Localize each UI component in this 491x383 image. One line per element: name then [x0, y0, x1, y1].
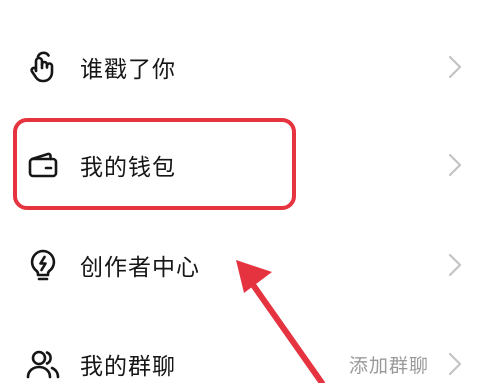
menu-item-my-wallet[interactable]: 我的钱包	[0, 135, 491, 195]
menu-item-my-group-chats[interactable]: 我的群聊 添加群聊	[0, 334, 491, 383]
menu-item-who-poked-you[interactable]: 谁戳了你	[0, 37, 491, 97]
chevron-right-icon	[448, 253, 462, 277]
chevron-right-icon	[448, 55, 462, 79]
group-users-icon	[26, 347, 60, 381]
menu-item-label: 谁戳了你	[80, 57, 176, 83]
chevron-right-icon	[448, 352, 462, 376]
menu-item-label: 创作者中心	[80, 255, 200, 281]
add-group-chat-hint: 添加群聊	[348, 354, 429, 377]
menu-item-label: 我的群聊	[80, 354, 176, 380]
chevron-right-icon	[448, 153, 462, 177]
menu-item-label: 我的钱包	[80, 155, 176, 181]
menu-item-creator-center[interactable]: 创作者中心	[0, 235, 491, 295]
wallet-icon	[26, 148, 60, 182]
lightbulb-icon	[26, 248, 60, 282]
tap-finger-icon	[26, 50, 60, 84]
settings-screen: 谁戳了你 我的钱包 创作者中心 我的群聊 添加群聊	[0, 0, 491, 383]
